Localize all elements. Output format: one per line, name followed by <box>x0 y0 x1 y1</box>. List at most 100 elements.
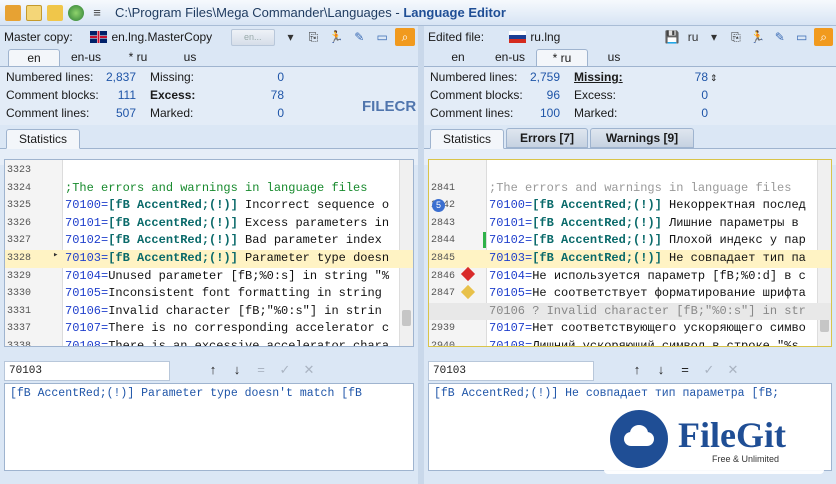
line-text: 70105=Не соответствует форматирование шр… <box>489 286 806 301</box>
code-line[interactable]: 3323 <box>5 162 413 180</box>
line-number: 3324 <box>7 182 32 194</box>
code-line[interactable]: 2841 ;The errors and warnings in language… <box>429 180 831 198</box>
tab-us[interactable]: us <box>164 49 216 66</box>
dropdown-icon[interactable]: ▾ <box>705 28 724 46</box>
line-number: 2845 <box>431 253 456 264</box>
code-line[interactable]: 2843 70101=[fB AccentRed;(!)] Лишние пара… <box>429 215 831 233</box>
comment-lines-label: Comment lines: <box>430 106 514 120</box>
code-line[interactable]: 284270100=[fB AccentRed;(!)] Некорректна… <box>429 197 831 215</box>
master-preview[interactable]: [fB AccentRed;(!)] Parameter type doesn'… <box>4 383 414 471</box>
window-icon[interactable]: ▭ <box>792 28 811 46</box>
tab-us[interactable]: us <box>588 49 640 66</box>
master-lang-combo[interactable]: en... <box>230 28 275 46</box>
copy-icon[interactable]: ⎘ <box>726 28 745 46</box>
find-accept-button[interactable]: ✓ <box>274 362 296 380</box>
runner-icon[interactable]: 🏃 <box>326 28 346 46</box>
marked-value: 0 <box>277 106 284 120</box>
marked-label: Marked: <box>150 106 194 120</box>
window-title: C:\Program Files\Mega Commander\Language… <box>115 5 506 20</box>
search-icon[interactable]: ⌕ <box>814 28 834 46</box>
code-line[interactable]: 2844 70102=[fB AccentRed;(!)] Плохой инде… <box>429 232 831 250</box>
find-up-button[interactable]: ↑ <box>626 362 648 380</box>
line-number: 2841 <box>431 182 456 194</box>
comment-blocks-label: Comment blocks: <box>430 88 523 102</box>
find-accept-button[interactable]: ✓ <box>698 362 720 380</box>
find-clear-button[interactable]: ✕ <box>298 362 320 380</box>
code-line[interactable]: 2845 70103=[fB AccentRed;(!)] Не совпадае… <box>429 250 831 268</box>
search-icon[interactable]: ⌕ <box>395 28 415 46</box>
tab-en-us[interactable]: en-us <box>60 49 112 66</box>
master-pane: Master copy: en.lng.MasterCopy en... ▾ ⎘… <box>0 26 418 484</box>
globe-icon[interactable] <box>68 4 84 21</box>
find-equal-button[interactable]: = <box>674 362 696 380</box>
tab-statistics[interactable]: Statistics <box>6 129 81 149</box>
code-line[interactable]: 2846 70104=Не используется параметр [fB;%… <box>429 268 831 286</box>
tab-errors[interactable]: Errors [7] <box>506 128 589 148</box>
line-text: 70104=Не используется параметр [fB;%0:d]… <box>489 268 806 283</box>
find-down-button[interactable]: ↓ <box>226 362 248 380</box>
line-number: 3331 <box>7 305 32 317</box>
find-equal-button[interactable]: = <box>250 362 272 380</box>
code-line[interactable]: 3337 70107=There is no corresponding acce… <box>5 320 413 338</box>
edited-editor[interactable]: 2841 ;The errors and warnings in language… <box>428 159 832 347</box>
code-line[interactable]: 3327 70102=[fB AccentRed;(!)] Bad paramet… <box>5 232 413 250</box>
code-line[interactable]: 3329 70104=Unused parameter [fB;%0:s] in … <box>5 268 413 286</box>
tab-en-us[interactable]: en-us <box>484 49 536 66</box>
spin-icon[interactable]: ⇕ <box>710 73 718 83</box>
code-line[interactable]: 3324 ;The errors and warnings in language… <box>5 180 413 198</box>
line-text: 70101=[fB AccentRed;(!)] Лишние параметр… <box>489 215 799 230</box>
stat-row: Numbered lines: 2,837 Missing: 0 <box>6 68 284 86</box>
code-line[interactable]: 3338 70108=There is an excessive accelera… <box>5 338 413 346</box>
code-line[interactable]: 70106 ? Invalid character [fB;"%0:s"] in… <box>429 302 831 321</box>
code-line[interactable]: 3330 70105=Inconsistent font formatting i… <box>5 285 413 303</box>
pencil-icon[interactable] <box>47 4 63 21</box>
numbered-lines-value: 2,837 <box>105 70 136 84</box>
edited-file-name[interactable]: ru.lng <box>530 30 662 44</box>
line-number: 3325 <box>7 200 32 212</box>
runner-icon[interactable]: 🏃 <box>748 28 767 46</box>
line-number: 3326 <box>7 217 32 229</box>
edited-find-input[interactable]: 70103 <box>428 361 594 381</box>
filegit-watermark: FileGit Free & Unlimited <box>604 402 824 474</box>
filegit-tagline: Free & Unlimited <box>712 454 780 464</box>
line-number: 3337 <box>7 323 32 335</box>
code-line[interactable]: 3325 70100=[fB AccentRed;(!)] Incorrect s… <box>5 197 413 215</box>
comment-blocks-value: 111 <box>117 88 136 102</box>
tab-ru[interactable]: * ru <box>112 49 164 66</box>
code-line[interactable]: 2940 70108=Лишний ускоряющий символ в стр… <box>429 338 831 346</box>
tab-statistics[interactable]: Statistics <box>430 129 505 149</box>
app-icon <box>5 4 21 21</box>
master-editor[interactable]: 3323 3324 ;The errors and warnings in lang… <box>4 159 414 347</box>
find-clear-button[interactable]: ✕ <box>722 362 744 380</box>
master-file-name[interactable]: en.lng.MasterCopy <box>111 30 230 44</box>
stat-row: Comment lines: 100 Marked: 0 <box>430 104 708 122</box>
current-line-arrow-icon: ▸ <box>53 250 59 260</box>
code-line[interactable]: 3326 70101=[fB AccentRed;(!)] Excess para… <box>5 215 413 233</box>
edited-lang-combo[interactable]: ru <box>685 28 702 46</box>
menu-icon[interactable]: ≡ <box>89 5 105 21</box>
find-down-button[interactable]: ↓ <box>650 362 672 380</box>
missing-label[interactable]: Missing: <box>574 68 684 86</box>
tools-icon[interactable]: ✎ <box>770 28 789 46</box>
copy-icon[interactable]: ⎘ <box>304 28 324 46</box>
code-line[interactable]: 2939 70107=Нет соответствующего ускоряюще… <box>429 320 831 338</box>
dropdown-icon[interactable]: ▾ <box>281 28 301 46</box>
window-icon[interactable]: ▭ <box>372 28 392 46</box>
comment-lines-value: 100 <box>539 106 560 120</box>
line-text: 70106=Invalid character [fB;"%0:s"] in s… <box>65 303 382 318</box>
stat-row: Comment lines: 507 Marked: 0 <box>6 104 284 122</box>
master-find-input[interactable]: 70103 <box>4 361 170 381</box>
find-up-button[interactable]: ↑ <box>202 362 224 380</box>
tab-warnings[interactable]: Warnings [9] <box>590 128 695 148</box>
tools-icon[interactable]: ✎ <box>349 28 369 46</box>
folder-icon[interactable] <box>26 4 42 21</box>
save-icon[interactable]: 💾 <box>663 28 682 46</box>
tab-en[interactable]: en <box>8 49 60 66</box>
line-text: 70107=There is no corresponding accelera… <box>65 321 390 336</box>
code-line[interactable]: 3331 70106=Invalid character [fB;"%0:s"] … <box>5 303 413 321</box>
code-line[interactable]: 2847 70105=Не соответствует форматировани… <box>429 285 831 303</box>
code-line[interactable] <box>429 162 831 180</box>
code-line[interactable]: 3328 70103=[fB AccentRed;(!)] Parameter t… <box>5 250 413 268</box>
tab-ru[interactable]: * ru <box>536 49 588 66</box>
tab-en[interactable]: en <box>432 49 484 66</box>
